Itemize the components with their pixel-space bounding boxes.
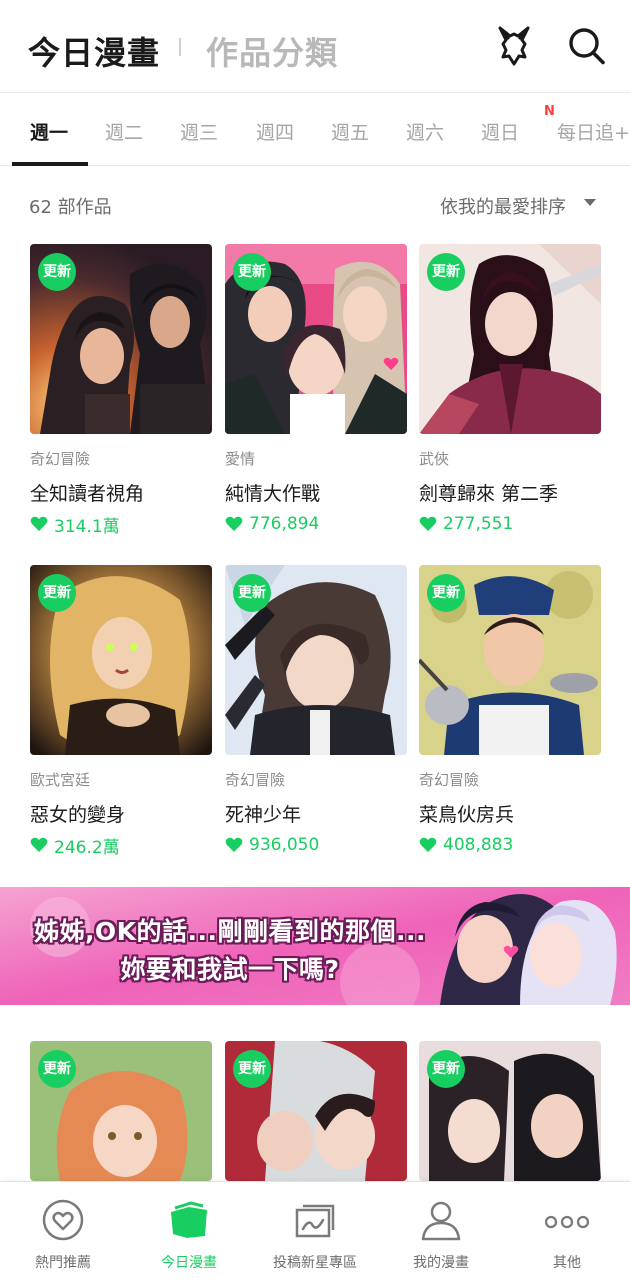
- title-divider: [179, 38, 181, 56]
- person-icon: [421, 1201, 461, 1241]
- like-count-value: 314.1萬: [54, 516, 120, 537]
- heart-icon: [225, 516, 243, 531]
- heart-icon: [30, 516, 48, 531]
- comic-cover[interactable]: 更新: [30, 244, 212, 434]
- comic-cover[interactable]: 更新: [225, 565, 407, 755]
- heart-circle-icon: [42, 1199, 84, 1241]
- tab-thursday[interactable]: 週四: [256, 118, 294, 145]
- comic-card[interactable]: 更新 奇幻冒險 菜鳥伙房兵 408,883: [419, 565, 601, 856]
- update-badge: 更新: [427, 574, 465, 612]
- update-badge: 更新: [38, 574, 76, 612]
- like-count-value: 277,551: [443, 514, 514, 534]
- comic-book-icon: [171, 1201, 207, 1238]
- like-count-value: 776,894: [249, 514, 320, 534]
- comic-cover[interactable]: 更新: [225, 1041, 407, 1181]
- comic-card[interactable]: 更新 奇幻冒險 死神少年 936,050: [225, 565, 407, 856]
- heart-icon: [225, 837, 243, 852]
- nav-item-canvas[interactable]: 投稿新星專區: [252, 1182, 378, 1280]
- comic-title[interactable]: 劍尊歸來 第二季: [419, 479, 601, 505]
- comic-title[interactable]: 菜鳥伙房兵: [419, 800, 601, 826]
- comic-card[interactable]: 更新: [419, 1041, 601, 1181]
- chevron-down-icon[interactable]: [584, 199, 596, 206]
- comic-title[interactable]: 死神少年: [225, 800, 407, 826]
- nav-label: 今日漫畫: [161, 1255, 217, 1271]
- comic-title[interactable]: 惡女的變身: [30, 800, 212, 826]
- search-icon[interactable]: [566, 24, 606, 68]
- comic-genre: 奇幻冒險: [419, 771, 480, 789]
- like-count: 408,883: [419, 834, 601, 856]
- comic-title[interactable]: 全知讀者視角: [30, 479, 212, 505]
- tab-tuesday[interactable]: 週二: [105, 118, 143, 145]
- comic-cover[interactable]: 更新: [30, 565, 212, 755]
- comic-cover[interactable]: 更新: [225, 244, 407, 434]
- heart-icon: [419, 837, 437, 852]
- tab-friday[interactable]: 週五: [331, 118, 369, 145]
- active-tab-indicator: [12, 162, 88, 166]
- like-count: 936,050: [225, 834, 407, 856]
- genre-category-tab[interactable]: 作品分類: [206, 28, 338, 74]
- tab-monday[interactable]: 週一: [30, 118, 68, 145]
- comic-genre: 武俠: [419, 450, 450, 468]
- like-count-value: 408,883: [443, 835, 514, 855]
- tab-wednesday[interactable]: 週三: [180, 118, 218, 145]
- like-count: 246.2萬: [30, 834, 212, 858]
- nav-item-my-comics[interactable]: 我的漫畫: [378, 1182, 504, 1280]
- tab-daily-plus[interactable]: 每日追+: [557, 118, 630, 145]
- like-count-value: 936,050: [249, 835, 320, 855]
- new-badge: N: [544, 104, 555, 119]
- like-count-value: 246.2萬: [54, 837, 120, 858]
- comic-card[interactable]: 更新: [30, 1041, 212, 1181]
- comic-card[interactable]: 更新 武俠 劍尊歸來 第二季 277,551: [419, 244, 601, 535]
- update-badge: 更新: [38, 253, 76, 291]
- update-badge: 更新: [233, 1050, 271, 1088]
- sort-dropdown[interactable]: 依我的最愛排序: [440, 193, 566, 219]
- tab-sunday[interactable]: 週日: [481, 118, 519, 145]
- comic-card[interactable]: 更新 愛情 純情大作戰 776,894: [225, 244, 407, 535]
- update-badge: 更新: [427, 253, 465, 291]
- canvas-icon: [295, 1204, 335, 1238]
- heart-icon: [419, 516, 437, 531]
- comic-card[interactable]: 更新: [225, 1041, 407, 1181]
- comic-cover[interactable]: 更新: [419, 244, 601, 434]
- comic-genre: 奇幻冒險: [30, 450, 91, 468]
- comic-cover[interactable]: 更新: [30, 1041, 212, 1181]
- update-badge: 更新: [233, 253, 271, 291]
- nav-label: 我的漫畫: [413, 1255, 469, 1271]
- banner-subline: 妳要和我試一下嗎?: [120, 955, 340, 984]
- nav-label: 熱門推薦: [35, 1255, 91, 1271]
- comic-card[interactable]: 更新 奇幻冒險 全知讀者視角 314.1萬: [30, 244, 212, 537]
- comic-genre: 歐式宮廷: [30, 771, 91, 789]
- tab-saturday[interactable]: 週六: [406, 118, 444, 145]
- comic-genre: 奇幻冒險: [225, 771, 286, 789]
- comic-cover[interactable]: 更新: [419, 565, 601, 755]
- nav-label: 其他: [553, 1255, 581, 1271]
- heart-icon: [30, 837, 48, 852]
- comic-card[interactable]: 更新 歐式宮廷 惡女的變身 246.2萬: [30, 565, 212, 858]
- day-tabs: 週一 週二 週三 週四 週五 週六 週日 每日追+: [0, 92, 630, 166]
- nav-item-today[interactable]: 今日漫畫: [126, 1182, 252, 1280]
- update-badge: 更新: [38, 1050, 76, 1088]
- more-dots-icon: [545, 1215, 589, 1229]
- like-count: 776,894: [225, 513, 407, 535]
- like-count: 314.1萬: [30, 513, 212, 537]
- like-count: 277,551: [419, 513, 601, 535]
- nav-item-popular[interactable]: 熱門推薦: [0, 1182, 126, 1280]
- page-title[interactable]: 今日漫畫: [28, 28, 160, 74]
- nav-label: 投稿新星專區: [273, 1255, 357, 1271]
- update-badge: 更新: [233, 574, 271, 612]
- comic-title[interactable]: 純情大作戰: [225, 479, 407, 505]
- work-count: 62 部作品: [29, 197, 112, 218]
- comic-cover[interactable]: 更新: [419, 1041, 601, 1181]
- bottom-navigation: 熱門推薦 今日漫畫 投稿新星專區 我的漫畫 其他: [0, 1181, 630, 1280]
- comic-genre: 愛情: [225, 450, 256, 468]
- update-badge: 更新: [427, 1050, 465, 1088]
- nav-item-more[interactable]: 其他: [504, 1182, 630, 1280]
- category-animal-icon[interactable]: [494, 24, 534, 68]
- banner-headline: 姊姊,OK的話...剛剛看到的那個...: [33, 917, 427, 946]
- app-header: 今日漫畫 作品分類: [0, 0, 630, 92]
